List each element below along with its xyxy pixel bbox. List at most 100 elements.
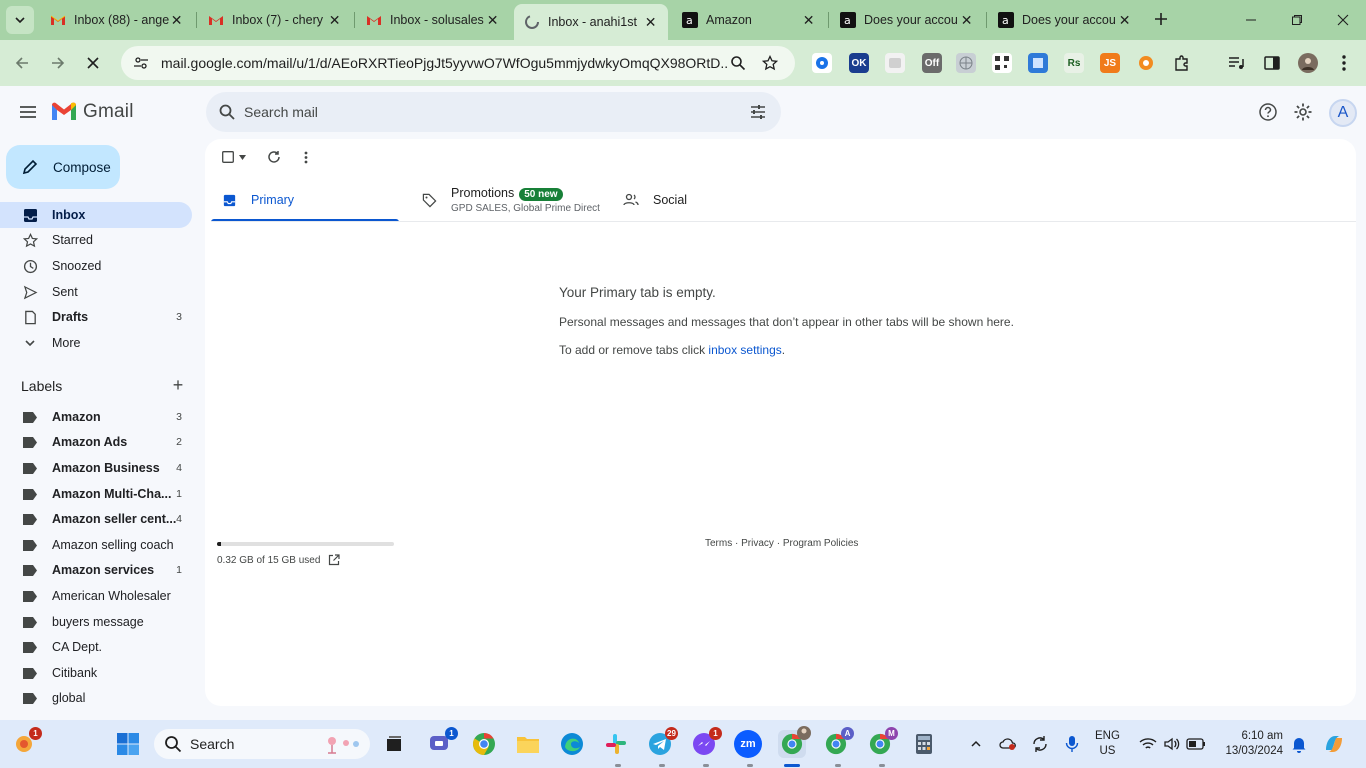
notification-bell-icon[interactable] bbox=[1289, 734, 1309, 754]
extension-icon[interactable] bbox=[1136, 53, 1156, 73]
messenger-app[interactable]: 1 bbox=[690, 727, 722, 758]
kebab-menu-icon[interactable] bbox=[1334, 53, 1354, 73]
gmail-logo[interactable]: Gmail bbox=[51, 101, 134, 123]
compose-button[interactable]: Compose bbox=[6, 145, 120, 189]
refresh-button[interactable] bbox=[264, 149, 284, 165]
sidebar-label-item[interactable]: Citibank bbox=[0, 660, 192, 686]
volume-icon[interactable] bbox=[1162, 734, 1182, 754]
extension-icon[interactable] bbox=[812, 53, 832, 73]
close-icon[interactable]: ✕ bbox=[643, 14, 658, 31]
telegram-app[interactable]: 29 bbox=[646, 727, 678, 758]
search-icon[interactable] bbox=[218, 103, 236, 121]
extension-icon[interactable] bbox=[1028, 53, 1048, 73]
microphone-icon[interactable] bbox=[1062, 734, 1082, 754]
browser-tab-active[interactable]: Inbox - anahi1st ✕ bbox=[514, 4, 668, 40]
browser-tab[interactable]: a Amazon ✕ bbox=[672, 4, 826, 36]
cloud-sync-icon[interactable] bbox=[998, 734, 1018, 754]
sidebar-label-item[interactable]: Amazon selling coach bbox=[0, 532, 192, 558]
search-icon[interactable] bbox=[729, 54, 747, 72]
wifi-icon[interactable] bbox=[1138, 734, 1158, 754]
stop-button[interactable] bbox=[81, 51, 105, 75]
chrome-app-active[interactable] bbox=[778, 726, 811, 758]
sidebar-label-item[interactable]: Amazon Business 4 bbox=[0, 455, 192, 481]
extension-ok-icon[interactable]: OK bbox=[849, 53, 869, 73]
media-control-icon[interactable] bbox=[1226, 53, 1246, 73]
taskbar-search[interactable]: Search bbox=[154, 729, 370, 759]
more-options-button[interactable] bbox=[296, 149, 316, 165]
create-label-button[interactable]: + bbox=[170, 376, 186, 394]
show-hidden-icons-button[interactable] bbox=[966, 734, 986, 754]
weather-widget[interactable]: 1 bbox=[10, 727, 42, 758]
back-button[interactable] bbox=[10, 51, 34, 75]
start-button[interactable] bbox=[114, 730, 142, 758]
account-avatar[interactable]: A bbox=[1329, 99, 1357, 127]
task-view-button[interactable] bbox=[380, 730, 408, 758]
file-explorer-app[interactable] bbox=[514, 730, 542, 758]
browser-tab[interactable]: Inbox (7) - chery ✕ bbox=[198, 4, 352, 36]
extension-icon[interactable] bbox=[885, 53, 905, 73]
chrome-app[interactable] bbox=[470, 730, 498, 758]
sidebar-label-item[interactable]: American Wholesaler bbox=[0, 583, 192, 609]
forward-button[interactable] bbox=[46, 51, 70, 75]
browser-tab[interactable]: a Does your accou ✕ bbox=[988, 4, 1142, 36]
sidebar-label-item[interactable]: Amazon seller cent... 4 bbox=[0, 506, 192, 532]
slack-app[interactable] bbox=[602, 730, 630, 758]
calculator-app[interactable] bbox=[910, 730, 938, 758]
input-language[interactable]: ENG US bbox=[1095, 729, 1120, 759]
privacy-link[interactable]: Privacy bbox=[741, 538, 774, 549]
extension-rs-icon[interactable]: Rs bbox=[1064, 53, 1084, 73]
open-external-icon[interactable] bbox=[328, 554, 341, 566]
tab-primary[interactable]: Primary bbox=[221, 179, 294, 221]
sidebar-item-drafts[interactable]: Drafts 3 bbox=[0, 304, 192, 330]
close-window-button[interactable] bbox=[1328, 8, 1358, 32]
close-icon[interactable]: ✕ bbox=[485, 12, 500, 29]
new-tab-button[interactable] bbox=[1150, 8, 1172, 30]
sidebar-item-inbox[interactable]: Inbox bbox=[0, 202, 192, 228]
close-icon[interactable]: ✕ bbox=[801, 12, 816, 29]
chrome-profile-app[interactable]: M bbox=[866, 727, 898, 758]
zoom-app[interactable]: zm bbox=[734, 730, 762, 758]
star-icon[interactable] bbox=[761, 54, 779, 72]
browser-tab[interactable]: a Does your accou ✕ bbox=[830, 4, 984, 36]
terms-link[interactable]: Terms bbox=[705, 538, 732, 549]
sidebar-item-sent[interactable]: Sent bbox=[0, 279, 192, 305]
browser-tab[interactable]: Inbox (88) - ange ✕ bbox=[40, 4, 194, 36]
globe-extension-icon[interactable] bbox=[956, 53, 976, 73]
sidebar-label-item[interactable]: Amazon 3 bbox=[0, 404, 192, 430]
browser-tab[interactable]: Inbox - solusales ✕ bbox=[356, 4, 510, 36]
sidebar-item-more[interactable]: More bbox=[0, 330, 192, 356]
sidebar-label-item[interactable]: global bbox=[0, 685, 192, 711]
battery-icon[interactable] bbox=[1186, 734, 1206, 754]
sidebar-item-starred[interactable]: Starred bbox=[0, 227, 192, 253]
address-bar[interactable]: mail.google.com/mail/u/1/d/AEoRXRTieoPjg… bbox=[121, 46, 795, 80]
select-all-checkbox[interactable] bbox=[219, 149, 249, 165]
close-icon[interactable]: ✕ bbox=[1117, 12, 1132, 29]
inbox-settings-link[interactable]: inbox settings bbox=[708, 343, 781, 357]
close-icon[interactable]: ✕ bbox=[169, 12, 184, 29]
edge-app[interactable] bbox=[558, 730, 586, 758]
sidebar-label-item[interactable]: Amazon Ads 2 bbox=[0, 429, 192, 455]
close-icon[interactable]: ✕ bbox=[959, 12, 974, 29]
search-bar[interactable] bbox=[206, 92, 781, 132]
tab-promotions[interactable]: Promotions 50 new GPD SALES, Global Prime… bbox=[421, 179, 600, 221]
program-policies-link[interactable]: Program Policies bbox=[783, 538, 859, 549]
sidebar-label-item[interactable]: buyers message bbox=[0, 609, 192, 635]
support-button[interactable] bbox=[1256, 100, 1280, 124]
sidebar-item-snoozed[interactable]: Snoozed bbox=[0, 253, 192, 279]
sidebar-label-item[interactable]: Amazon services 1 bbox=[0, 557, 192, 583]
sidebar-label-item[interactable]: Amazon Multi-Cha... 1 bbox=[0, 481, 192, 507]
sidebar-label-item[interactable]: CA Dept. bbox=[0, 634, 192, 660]
extension-js-icon[interactable]: JS bbox=[1100, 53, 1120, 73]
qr-extension-icon[interactable] bbox=[992, 53, 1012, 73]
search-input[interactable] bbox=[244, 104, 724, 120]
search-options-icon[interactable] bbox=[749, 103, 767, 121]
restore-button[interactable] bbox=[1282, 8, 1312, 32]
tab-social[interactable]: Social bbox=[623, 179, 687, 221]
copilot-button[interactable] bbox=[1320, 730, 1348, 758]
minimize-button[interactable] bbox=[1236, 8, 1266, 32]
extension-off-icon[interactable]: Off bbox=[922, 53, 942, 73]
profile-avatar-icon[interactable] bbox=[1298, 53, 1318, 73]
sync-icon[interactable] bbox=[1030, 734, 1050, 754]
close-icon[interactable]: ✕ bbox=[327, 12, 342, 29]
main-menu-button[interactable] bbox=[16, 100, 40, 124]
